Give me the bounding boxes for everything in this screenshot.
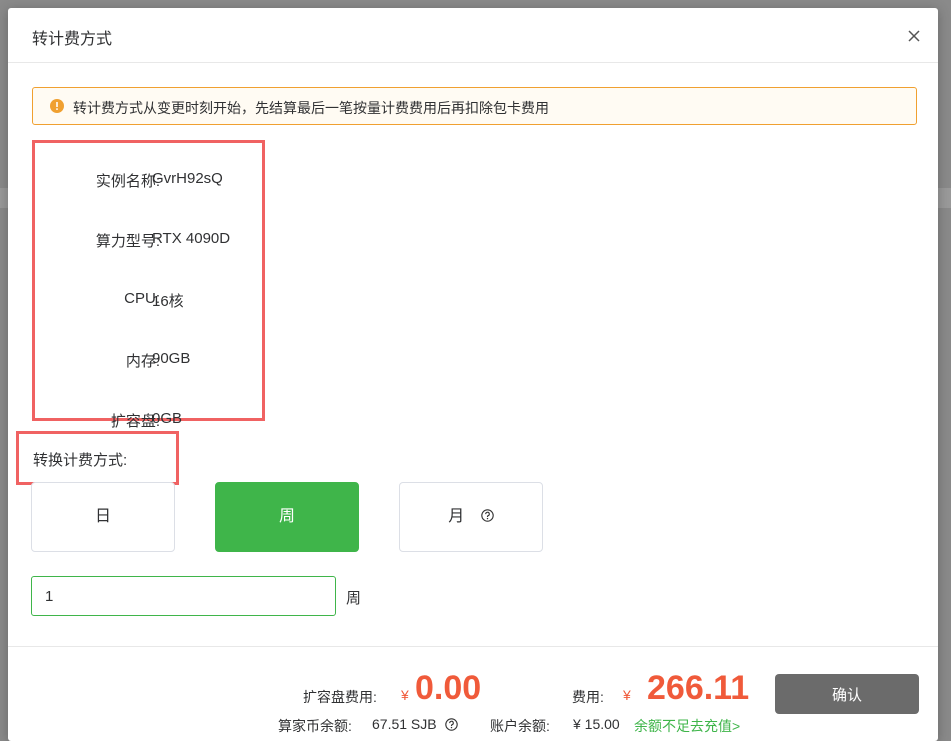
close-button[interactable]	[904, 26, 924, 46]
fee-amount: 266.11	[647, 669, 750, 707]
period-option-day[interactable]: 日	[31, 482, 175, 552]
info-row-cpu: CPU: 16核	[35, 290, 265, 310]
info-label: 算力型号:	[95, 233, 160, 250]
notice-text: 转计费方式从变更时刻开始，先结算最后一笔按量计费费用后再扣除包卡费用	[73, 100, 549, 116]
background-fragment	[938, 188, 951, 208]
info-value: GvrH92sQ	[152, 170, 223, 187]
info-row-expansion-disk: 扩容盘: 0GB	[35, 410, 265, 430]
question-circle-icon[interactable]	[480, 509, 494, 522]
question-circle-icon[interactable]	[444, 718, 458, 731]
confirm-button[interactable]: 确认	[775, 674, 919, 714]
background-fragment	[0, 188, 8, 208]
fee-label: 费用:	[572, 689, 604, 705]
info-value: RTX 4090D	[152, 230, 231, 247]
quantity-input[interactable]	[31, 576, 336, 616]
quantity-unit: 周	[346, 590, 362, 607]
period-option-week[interactable]: 周	[215, 482, 359, 552]
warning-circle-icon	[50, 99, 64, 113]
coin-balance-value: 67.51 SJB	[372, 716, 437, 732]
info-row-gpu-model: 算力型号: RTX 4090D	[35, 230, 265, 250]
disk-fee-amount: 0.00	[415, 669, 482, 707]
info-value: 90GB	[152, 350, 191, 367]
billing-switch-dialog: 转计费方式 转计费方式从变更时刻开始，先结算最后一笔按量计费费用后再扣除包卡费用…	[8, 8, 938, 741]
instance-info-panel: 实例名称: GvrH92sQ 算力型号: RTX 4090D CPU: 16核 …	[32, 140, 265, 430]
account-balance-value: ¥ 15.00	[573, 716, 620, 732]
close-icon	[908, 30, 920, 42]
account-balance-label: 账户余额:	[490, 718, 550, 734]
period-option-month[interactable]: 月	[399, 482, 543, 552]
period-option-label: 周	[278, 508, 295, 525]
info-row-instance-name: 实例名称: GvrH92sQ	[35, 170, 265, 190]
dialog-header: 转计费方式	[8, 8, 938, 63]
fee-currency: ¥	[623, 687, 631, 703]
recharge-link[interactable]: 余额不足去充值>	[634, 716, 740, 736]
coin-balance: 67.51 SJB	[372, 716, 458, 732]
disk-fee-label: 扩容盘费用:	[303, 689, 377, 705]
dialog-title: 转计费方式	[32, 31, 113, 48]
switch-billing-label: 转换计费方式:	[33, 452, 128, 469]
period-option-label: 月	[448, 508, 465, 525]
info-row-memory: 内存: 90GB	[35, 350, 265, 370]
dialog-footer: 扩容盘费用: ¥ 0.00 费用: ¥ 266.11 算家币余额: 67.51 …	[8, 646, 938, 741]
period-option-label: 日	[94, 508, 111, 525]
info-value: 16核	[152, 293, 184, 310]
switch-billing-label-box: 转换计费方式:	[16, 431, 179, 485]
info-value: 0GB	[152, 410, 183, 427]
notice-banner: 转计费方式从变更时刻开始，先结算最后一笔按量计费费用后再扣除包卡费用	[32, 87, 917, 125]
coin-balance-label: 算家币余额:	[278, 718, 352, 734]
disk-fee-currency: ¥	[401, 687, 409, 703]
info-label: 实例名称:	[95, 173, 160, 190]
